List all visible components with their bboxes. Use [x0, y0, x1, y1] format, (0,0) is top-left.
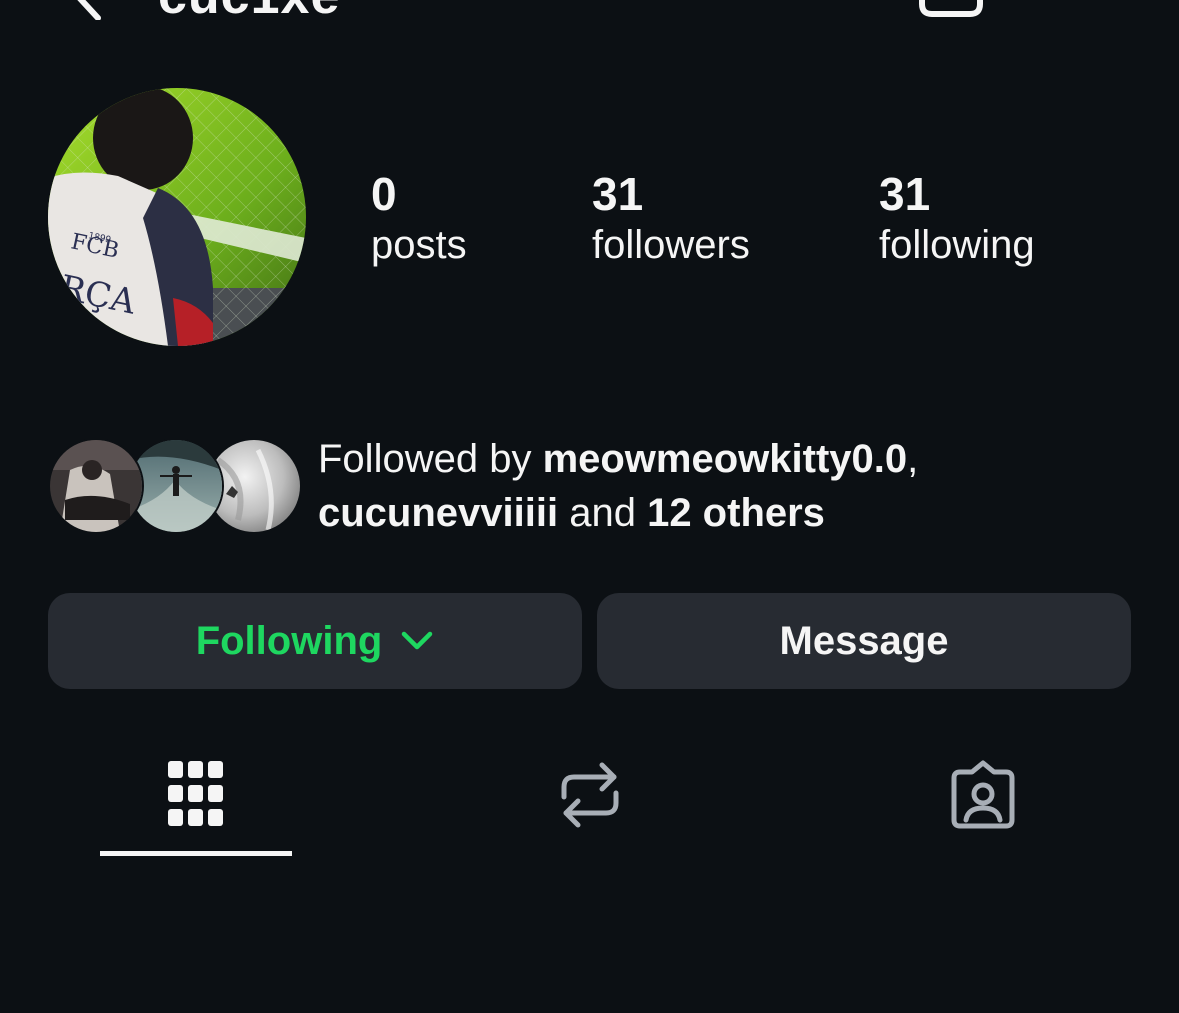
mutual-user-2[interactable]: cucunevviiiii — [318, 491, 558, 535]
message-button-label: Message — [779, 618, 949, 663]
followers-count: 31 — [592, 168, 644, 220]
tab-posts-grid[interactable] — [136, 740, 256, 850]
followed-by-separator: , — [907, 437, 919, 481]
profile-username: cuc1xe — [158, 0, 340, 22]
mutual-avatar-photo — [50, 440, 142, 532]
followed-by-and: and — [558, 491, 648, 535]
options-icon — [919, 0, 983, 17]
followed-by-text[interactable]: Followed by meowmeowkitty0.0, cucunevvii… — [318, 432, 1138, 540]
reposts-icon — [561, 762, 619, 828]
mutual-others-count[interactable]: 12 others — [647, 491, 825, 535]
tab-tagged[interactable] — [923, 740, 1043, 850]
following-label: following — [879, 223, 1035, 267]
following-button[interactable]: Following — [48, 593, 582, 689]
message-button[interactable]: Message — [597, 593, 1131, 689]
following-button-label: Following — [195, 618, 383, 663]
following-stat[interactable]: 31 following — [879, 168, 1035, 270]
mutual-avatar-1 — [48, 438, 144, 534]
posts-label: posts — [371, 223, 467, 267]
active-tab-indicator — [100, 851, 292, 856]
posts-stat[interactable]: 0 posts — [371, 168, 467, 270]
profile-avatar[interactable]: FCB 1899 RÇA — [48, 88, 306, 346]
grid-icon — [168, 761, 223, 826]
followers-stat[interactable]: 31 followers — [592, 168, 750, 270]
tab-reposts[interactable] — [530, 740, 650, 850]
chevron-left-icon — [77, 0, 101, 21]
back-button[interactable] — [60, 0, 120, 21]
followed-by-prefix: Followed by — [318, 437, 543, 481]
header-action-button[interactable] — [918, 0, 984, 22]
following-count: 31 — [879, 168, 931, 220]
tagged-icon — [951, 760, 1015, 829]
mutual-followers-avatars[interactable] — [48, 438, 302, 536]
mutual-user-1[interactable]: meowmeowkitty0.0 — [543, 437, 908, 481]
followers-label: followers — [592, 223, 750, 267]
profile-screen: cuc1xe — [0, 0, 1179, 1013]
posts-count: 0 — [371, 168, 397, 220]
avatar-photo: FCB 1899 RÇA — [48, 88, 306, 346]
chevron-down-icon — [402, 631, 433, 650]
